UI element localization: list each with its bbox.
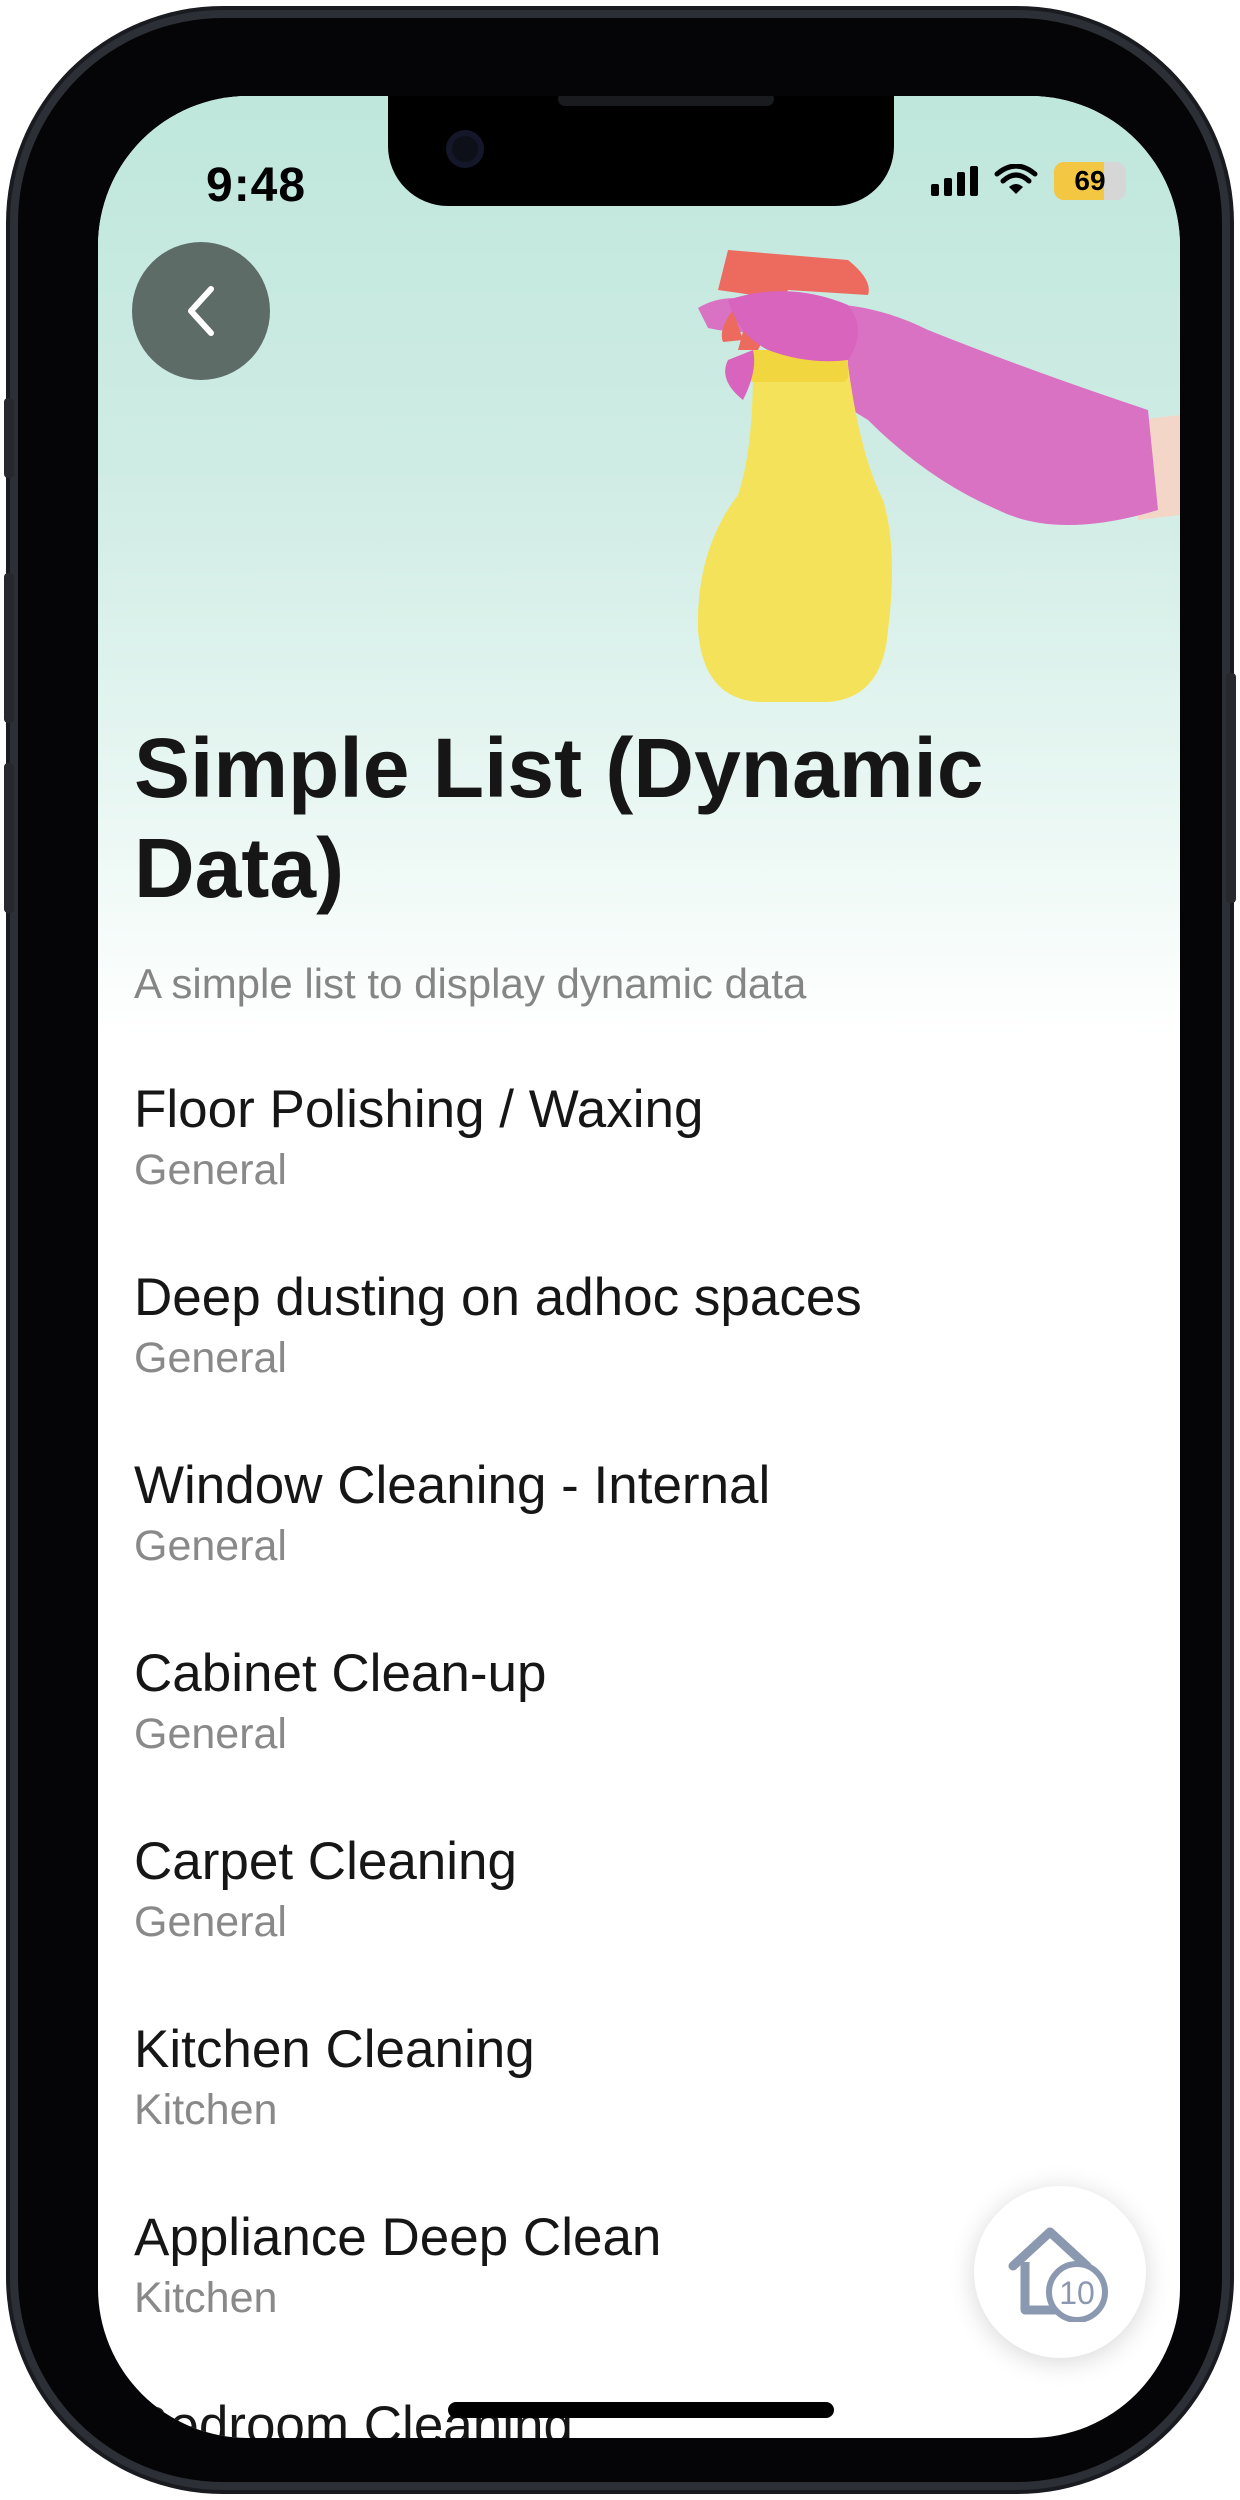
list-item-title: Deep dusting on adhoc spaces: [134, 1268, 862, 1327]
app-screen: 9:48 69 Simple List (Dynamic Data) A sim…: [98, 96, 1180, 2438]
phone-frame: 9:48 69 Simple List (Dynamic Data) A sim…: [4, 18, 1236, 2482]
volume-up-button: [4, 573, 14, 723]
back-button[interactable]: [132, 242, 270, 380]
list-item-category: General: [134, 1334, 287, 1382]
list-item-category: General: [134, 1146, 287, 1194]
spray-bottle-glove-illustration: [698, 250, 1180, 702]
list-item-category: Kitchen: [134, 2086, 278, 2134]
home-fab-button[interactable]: 10: [974, 2186, 1146, 2358]
speaker-grille: [558, 96, 774, 106]
list-item-title: Carpet Cleaning: [134, 1832, 518, 1891]
chevron-left-icon: [188, 286, 214, 336]
status-indicators: 69: [931, 162, 1126, 200]
action-button: [4, 398, 14, 478]
list-item[interactable]: Cabinet Clean-up General: [134, 1642, 1134, 1830]
list-item[interactable]: Floor Polishing / Waxing General: [134, 1078, 1134, 1266]
home-badge-count: 10: [1059, 2275, 1095, 2311]
notch: [388, 96, 894, 206]
wifi-icon: [994, 164, 1038, 194]
list-item-title: Floor Polishing / Waxing: [134, 1080, 704, 1139]
list-item-title: Window Cleaning - Internal: [134, 1456, 771, 1515]
list-item[interactable]: Carpet Cleaning General: [134, 1830, 1134, 2018]
list-item-title: Cabinet Clean-up: [134, 1644, 547, 1703]
status-time: 9:48: [206, 159, 307, 212]
list-item-category: General: [134, 1710, 287, 1758]
page-subtitle: A simple list to display dynamic data: [134, 960, 807, 1007]
home-badge-icon: 10: [1008, 2227, 1108, 2322]
page-title: Simple List (Dynamic Data): [134, 721, 984, 915]
list-item-category: General: [134, 1522, 287, 1570]
front-camera: [446, 130, 484, 168]
list-item[interactable]: Window Cleaning - Internal General: [134, 1454, 1134, 1642]
cellular-signal-icon: [931, 166, 978, 196]
list-item[interactable]: Kitchen Cleaning Kitchen: [134, 2018, 1134, 2206]
list-item[interactable]: Deep dusting on adhoc spaces General: [134, 1266, 1134, 1454]
home-indicator[interactable]: [448, 2402, 834, 2418]
list-item-title: Kitchen Cleaning: [134, 2020, 535, 2079]
list-item-category: General: [134, 1898, 287, 1946]
volume-down-button: [4, 763, 14, 913]
battery-level: 69: [1074, 165, 1106, 196]
power-button: [1226, 673, 1236, 903]
battery-icon: 69: [1054, 162, 1126, 200]
